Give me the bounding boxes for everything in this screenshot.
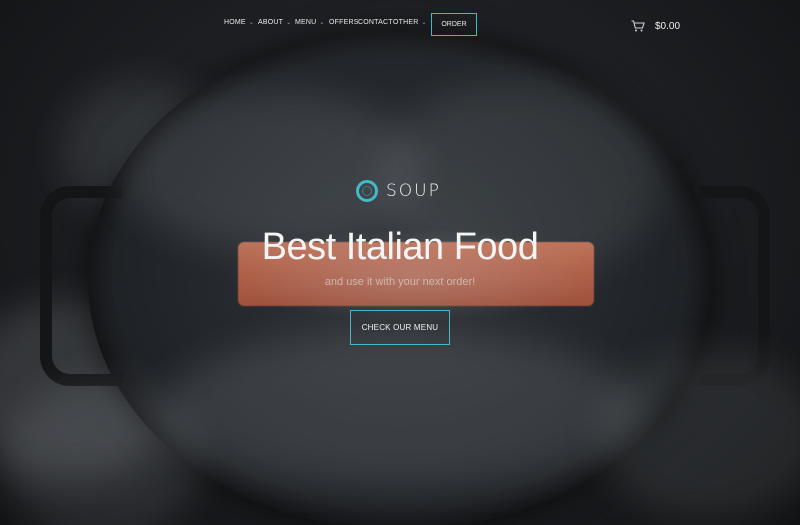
chevron-down-icon: ⌄ [286, 20, 292, 26]
main-nav: HOME ⌄ ABOUT ⌄ MENU ⌄ OFFERS CONTACT OTHER ⌄… [0, 0, 800, 50]
nav-item-other[interactable]: OTHER ⌄ [393, 19, 427, 26]
order-button[interactable]: ORDER [431, 13, 477, 36]
nav-item-offers[interactable]: OFFERS [329, 19, 359, 26]
check-menu-button-label: CHECK OUR MENU [361, 323, 439, 332]
chevron-down-icon: ⌄ [421, 20, 427, 26]
cart-total: $0.00 [655, 20, 681, 32]
order-button-label: ORDER [441, 21, 467, 28]
nav-item-label: ABOUT [258, 19, 284, 26]
check-menu-button[interactable]: CHECK OUR MENU [350, 310, 450, 345]
chevron-down-icon: ⌄ [319, 20, 325, 26]
logo-ring-icon [356, 180, 378, 202]
nav-item-label: HOME [224, 19, 246, 26]
nav-item-label: MENU [295, 19, 317, 26]
nav-item-menu[interactable]: MENU ⌄ [295, 19, 325, 26]
nav-item-label: OTHER [393, 19, 419, 26]
nav-item-about[interactable]: ABOUT ⌄ [258, 19, 291, 26]
cart-icon [631, 20, 645, 32]
nav-item-label: CONTACT [358, 19, 393, 26]
nav-item-contact[interactable]: CONTACT [358, 19, 393, 26]
nav-item-home[interactable]: HOME ⌄ [224, 19, 254, 26]
hero-subline: and use it with your next order! [324, 276, 476, 288]
cart-widget[interactable]: $0.00 [623, 13, 683, 39]
hero-headline: Best Italian Food [261, 226, 539, 268]
nav-item-label: OFFERS [329, 19, 359, 26]
logo-text: SOUP [386, 181, 441, 201]
site-logo[interactable]: SOUP [356, 180, 441, 202]
chevron-down-icon: ⌄ [248, 20, 255, 26]
